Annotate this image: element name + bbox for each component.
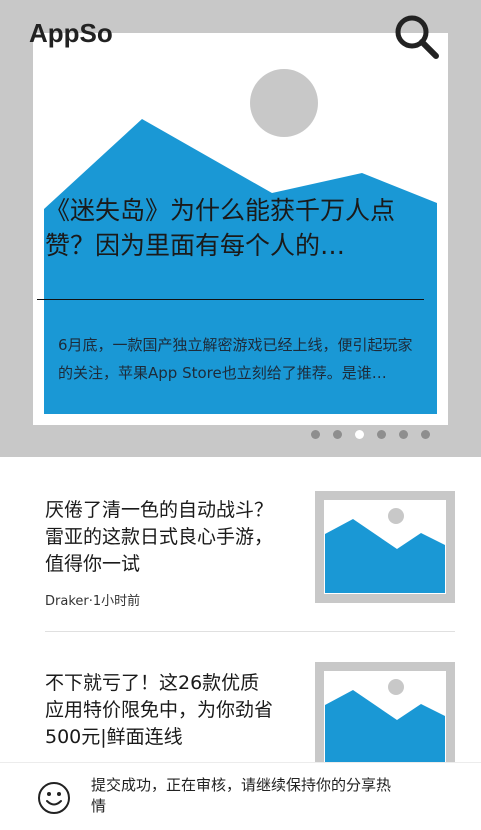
app-title: AppSo	[29, 18, 113, 48]
list-divider	[45, 631, 455, 632]
image-placeholder-icon	[315, 662, 455, 774]
article-item[interactable]: 不下就亏了！这26款优质应用特价限免中，为你劲省500元|鲜面连线	[0, 662, 481, 774]
smiley-icon	[38, 782, 70, 814]
article-meta: Draker·1小时前	[45, 594, 141, 609]
search-icon[interactable]	[394, 14, 440, 60]
carousel-dot[interactable]	[399, 430, 408, 439]
image-placeholder-icon	[315, 491, 455, 603]
featured-summary: 6月底，一款国产独立解密游戏已经上线，便引起玩家的关注，苹果App Store也…	[58, 336, 413, 382]
carousel-dot[interactable]	[421, 430, 430, 439]
carousel-dot-active[interactable]	[355, 430, 364, 439]
toast-message: 提交成功，正在审核，请继续保持你的分享热情	[91, 776, 392, 815]
featured-title[interactable]: 《迷失岛》为什么能获千万人点赞？因为里面有每个人的…	[45, 193, 430, 263]
article-item[interactable]: 厌倦了清一色的自动战斗？雷亚的这款日式良心手游，值得你一试 Draker·1小时…	[0, 491, 481, 611]
article-title: 厌倦了清一色的自动战斗？雷亚的这款日式良心手游，值得你一试	[45, 499, 274, 575]
carousel-dot[interactable]	[333, 430, 342, 439]
carousel-indicator	[311, 430, 430, 440]
submission-toast: 提交成功，正在审核，请继续保持你的分享热情	[0, 762, 481, 830]
carousel-dot[interactable]	[311, 430, 320, 439]
featured-divider	[37, 299, 424, 300]
carousel-dot[interactable]	[377, 430, 386, 439]
article-title: 不下就亏了！这26款优质应用特价限免中，为你劲省500元|鲜面连线	[45, 672, 274, 748]
